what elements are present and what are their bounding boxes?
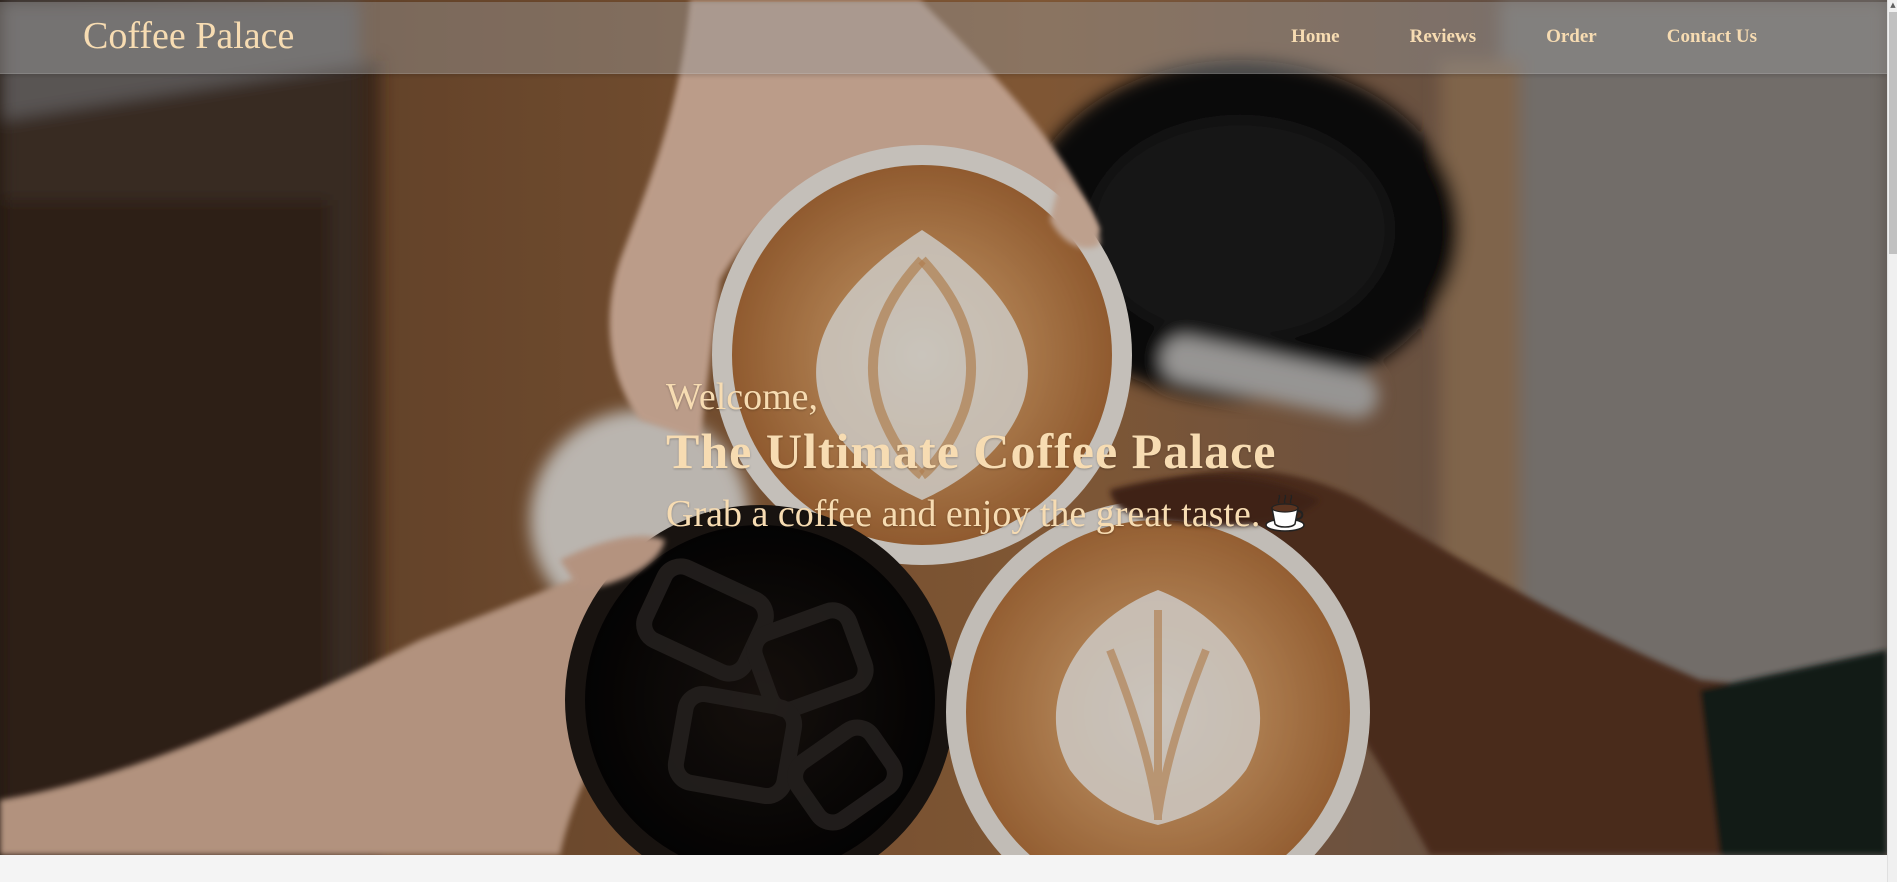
hero-headline: The Ultimate Coffee Palace — [666, 423, 1277, 479]
next-section-strip — [0, 855, 1887, 882]
coffee-cup-icon — [1265, 494, 1306, 533]
hero-welcome: Welcome, — [666, 376, 819, 418]
brand-logo[interactable]: Coffee Palace — [83, 14, 294, 58]
nav-link-home[interactable]: Home — [1291, 26, 1340, 48]
nav-link-order[interactable]: Order — [1546, 26, 1597, 48]
hero-tagline-row: Grab a coffee and enjoy the great taste. — [666, 489, 1306, 539]
hero-tagline: Grab a coffee and enjoy the great taste. — [666, 493, 1261, 535]
page: Coffee Palace Home Reviews Order Contact… — [0, 0, 1897, 882]
hero-section: Coffee Palace Home Reviews Order Contact… — [0, 0, 1887, 855]
nav-links: Home Reviews Order Contact Us — [1221, 26, 1757, 48]
nav-link-contact-us[interactable]: Contact Us — [1667, 26, 1757, 48]
navbar: Coffee Palace Home Reviews Order Contact… — [0, 2, 1887, 74]
hero-text: Welcome, The Ultimate Coffee Palace Grab… — [666, 375, 1306, 539]
scrollbar-thumb[interactable] — [1889, 12, 1897, 254]
vertical-scrollbar[interactable]: ▲ — [1887, 0, 1897, 882]
nav-link-reviews[interactable]: Reviews — [1410, 26, 1476, 48]
scroll-up-arrow-icon[interactable]: ▲ — [1888, 0, 1897, 10]
